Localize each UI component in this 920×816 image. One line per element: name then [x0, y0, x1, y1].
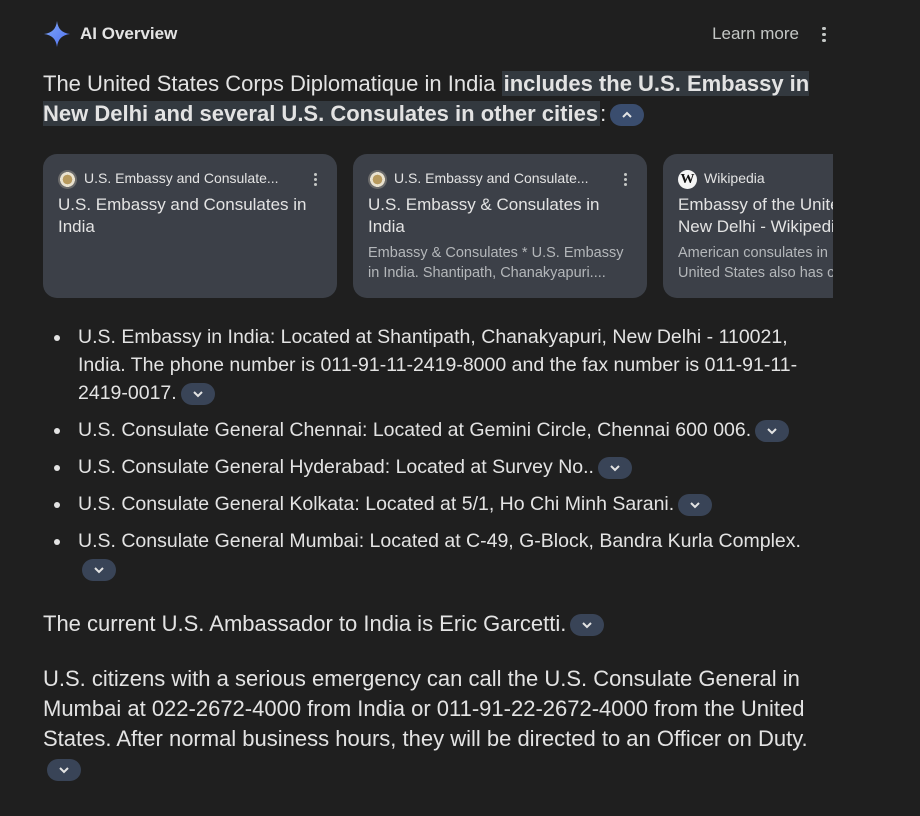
expand-source-button[interactable] — [755, 419, 790, 442]
list-item-text: U.S. Consulate General Mumbai: Located a… — [78, 530, 801, 552]
list-item-text: U.S. Consulate General Hyderabad: Locate… — [78, 456, 594, 478]
embassy-seal-icon — [368, 170, 387, 189]
chevron-down-icon — [690, 502, 700, 509]
more-options-icon[interactable] — [821, 24, 827, 44]
paragraph-text: The current U.S. Ambassador to India is … — [43, 611, 567, 636]
card-source: U.S. Embassy and Consulate... — [368, 170, 589, 189]
ambassador-paragraph: The current U.S. Ambassador to India is … — [43, 609, 833, 639]
embassy-seal-icon — [58, 170, 77, 189]
collapse-sources-button[interactable] — [610, 104, 645, 127]
chevron-down-icon — [767, 428, 777, 435]
chevron-down-icon — [94, 567, 104, 574]
list-item: U.S. Embassy in India: Located at Shanti… — [54, 323, 818, 407]
list-item-text: U.S. Consulate General Chennai: Located … — [78, 419, 752, 441]
card-source-name: Wikipedia — [704, 170, 765, 187]
chevron-down-icon — [59, 767, 69, 774]
card-menu-icon[interactable] — [313, 171, 317, 188]
expand-source-button[interactable] — [597, 456, 632, 479]
paragraph-text: U.S. citizens with a serious emergency c… — [43, 666, 808, 751]
source-card[interactable]: U.S. Embassy and Consulate... U.S. Embas… — [43, 154, 337, 298]
card-source-name: U.S. Embassy and Consulate... — [394, 170, 589, 187]
card-snippet: Embassy & Consulates * U.S. Embassy in I… — [368, 245, 624, 281]
card-title: Embassy of the United States, New Delhi … — [678, 195, 833, 236]
card-source: U.S. Embassy and Consulate... — [58, 170, 279, 189]
list-item-text: U.S. Consulate General Kolkata: Located … — [78, 493, 675, 515]
chevron-down-icon — [610, 465, 620, 472]
consulate-list: U.S. Embassy in India: Located at Shanti… — [54, 323, 818, 592]
emergency-paragraph: U.S. citizens with a serious emergency c… — [43, 664, 833, 784]
list-item: U.S. Consulate General Kolkata: Located … — [54, 490, 818, 518]
intro-suffix: : — [600, 101, 607, 126]
overview-intro: The United States Corps Diplomatique in … — [43, 69, 833, 129]
list-item: U.S. Consulate General Hyderabad: Locate… — [54, 453, 818, 481]
ai-overview-title: AI Overview — [80, 24, 178, 43]
expand-source-button[interactable] — [82, 558, 116, 581]
expand-source-button[interactable] — [180, 382, 215, 405]
expand-source-button[interactable] — [678, 493, 713, 516]
expand-source-button[interactable] — [570, 614, 605, 637]
card-title: U.S. Embassy & Consulates in India — [368, 195, 600, 236]
card-source-name: U.S. Embassy and Consulate... — [84, 170, 279, 187]
chevron-up-icon — [622, 111, 632, 118]
card-source: W Wikipedia — [678, 170, 765, 189]
list-item: U.S. Consulate General Mumbai: Located a… — [54, 527, 818, 583]
wikipedia-icon: W — [678, 170, 697, 189]
chevron-down-icon — [582, 622, 593, 629]
learn-more-link[interactable]: Learn more — [712, 24, 799, 44]
source-card[interactable]: W Wikipedia Embassy of the United States,… — [663, 154, 833, 298]
card-snippet: American consulates in India ... The Uni… — [678, 245, 833, 281]
source-cards: U.S. Embassy and Consulate... U.S. Embas… — [43, 154, 833, 300]
source-card[interactable]: U.S. Embassy and Consulate... U.S. Embas… — [353, 154, 647, 298]
card-title: U.S. Embassy and Consulates in India — [58, 195, 307, 236]
intro-text: The United States Corps Diplomatique in … — [43, 71, 502, 96]
ai-overview-header: AI Overview Learn more — [43, 18, 833, 50]
chevron-down-icon — [192, 391, 203, 398]
expand-source-button[interactable] — [47, 759, 81, 782]
list-item: U.S. Consulate General Chennai: Located … — [54, 416, 818, 444]
card-menu-icon[interactable] — [623, 171, 627, 188]
sparkle-icon — [44, 21, 70, 47]
